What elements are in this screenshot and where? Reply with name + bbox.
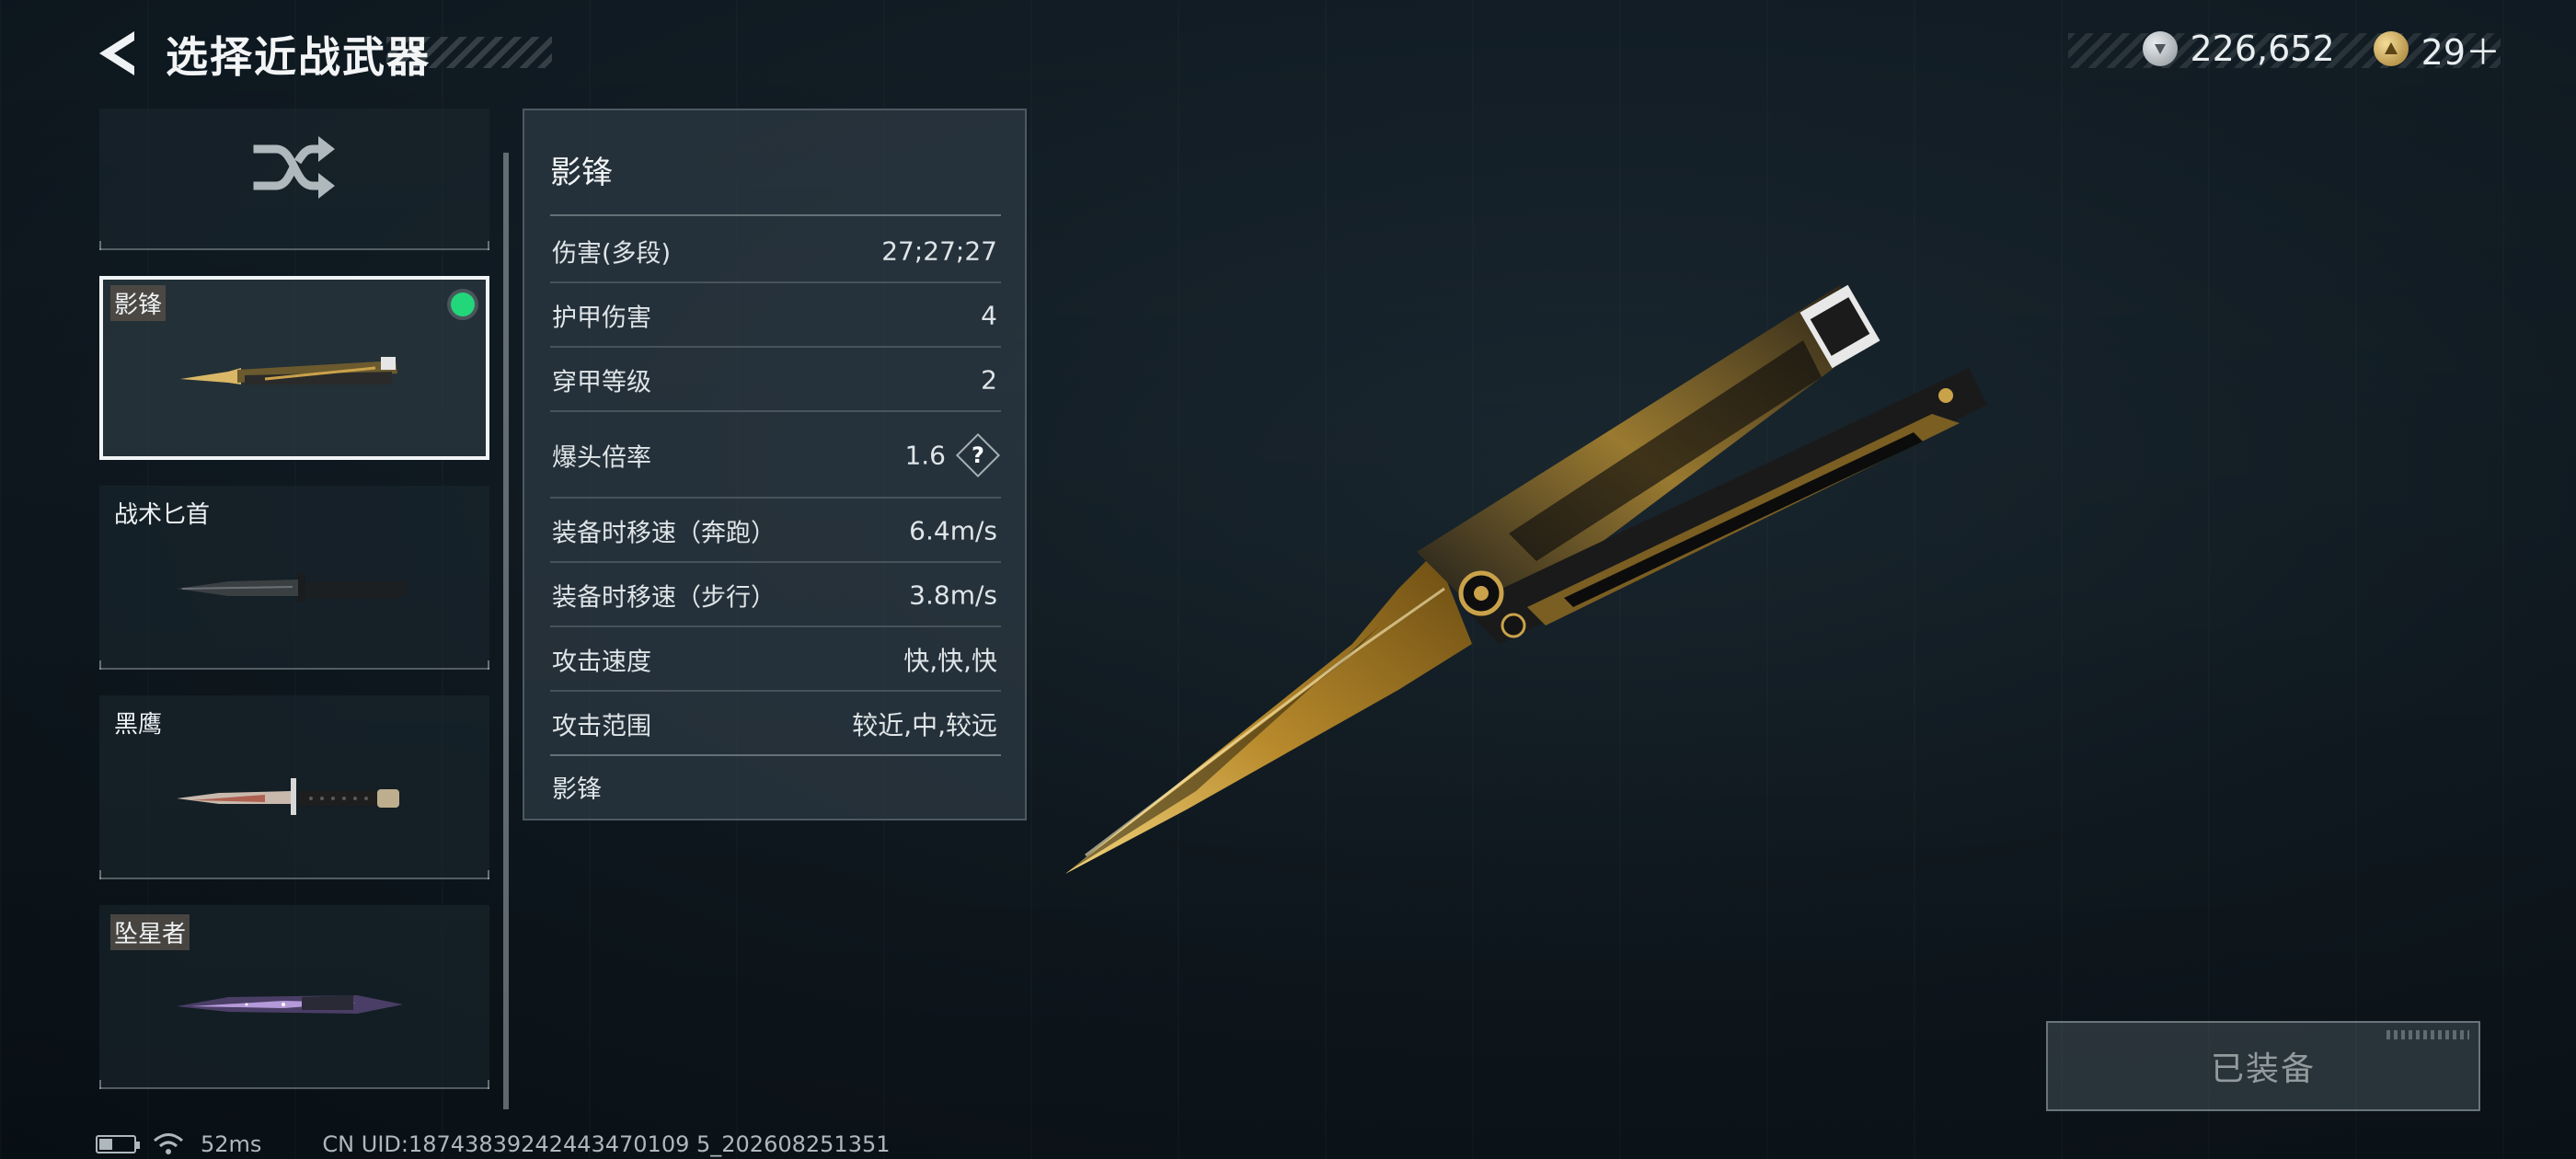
weapon-card-black-hawk[interactable]: 黑鹰 — [99, 695, 489, 879]
gold-coin-icon — [2373, 31, 2409, 66]
silver-coin-amount: 226,652 — [2190, 29, 2335, 69]
equipped-indicator — [451, 293, 475, 316]
weapon-card-starfaller[interactable]: 坠星者 — [99, 905, 489, 1089]
stat-value: 1.6 — [904, 440, 946, 471]
weapon-description: 影锋 — [552, 775, 602, 804]
stat-value: 6.4m/s — [909, 515, 997, 546]
wifi-icon — [154, 1133, 183, 1154]
user-uid: CN UID:18743839242443470109 5_2026082513… — [322, 1131, 891, 1157]
equipped-button-label: 已装备 — [2210, 1050, 2316, 1088]
stat-row-armor-damage: 护甲伤害 4 — [550, 283, 1001, 348]
button-decoration — [2386, 1030, 2469, 1039]
stat-value: 4 — [981, 300, 997, 331]
stat-label: 攻击范围 — [552, 712, 651, 741]
starfaller-knife-thumbnail — [177, 995, 403, 1014]
stat-label: 爆头倍率 — [552, 443, 651, 473]
stat-label: 装备时移速（步行） — [552, 583, 776, 613]
title-decoration — [386, 37, 552, 68]
weapon-3d-preview[interactable] — [1049, 258, 2042, 901]
help-icon[interactable]: ? — [955, 432, 1001, 478]
stat-label: 护甲伤害 — [552, 304, 651, 333]
stat-row-attack-range: 攻击范围 较近,中,较远 — [550, 692, 1001, 756]
status-bar: 52ms CN UID:18743839242443470109 5_20260… — [96, 1130, 891, 1159]
silver-coin-icon — [2142, 31, 2178, 66]
stat-row-attack-speed: 攻击速度 快,快,快 — [550, 627, 1001, 692]
weapon-name-title: 影锋 — [550, 155, 613, 191]
stat-label: 穿甲等级 — [552, 368, 651, 397]
stat-row-damage: 伤害(多段) 27;27;27 — [550, 219, 1001, 283]
stat-value: 较近,中,较远 — [852, 710, 997, 740]
stat-row-run-speed: 装备时移速（奔跑） 6.4m/s — [550, 499, 1001, 563]
weapon-card-label: 影锋 — [110, 285, 167, 321]
weapon-card-label: 战术匕首 — [114, 501, 211, 529]
weapon-card-label: 坠星者 — [110, 914, 190, 950]
currency-bar: 226,652 29＋ — [2142, 28, 2501, 73]
back-arrow-icon — [99, 31, 134, 75]
weapon-card-tactical-knife[interactable]: 战术匕首 — [99, 486, 489, 670]
battery-icon — [96, 1135, 140, 1153]
butterfly-knife-thumbnail — [180, 357, 397, 384]
stat-row-penetration: 穿甲等级 2 — [550, 348, 1001, 412]
stat-value: 快,快,快 — [903, 646, 997, 676]
black-hawk-knife-thumbnail — [177, 778, 399, 815]
stat-row-headshot: 爆头倍率 1.6 ? — [550, 412, 1001, 499]
weapon-card-yingfeng[interactable]: 影锋 — [99, 276, 489, 460]
back-button[interactable] — [92, 26, 147, 81]
stat-label: 装备时移速（奔跑） — [552, 519, 776, 548]
stat-row-walk-speed: 装备时移速（步行） 3.8m/s — [550, 563, 1001, 627]
gold-coin-amount[interactable]: 29＋ — [2421, 24, 2501, 75]
equipped-button[interactable]: 已装备 — [2046, 1021, 2480, 1111]
stat-value: 27;27;27 — [881, 235, 997, 267]
random-weapon-button[interactable] — [99, 109, 489, 250]
weapon-card-label: 黑鹰 — [114, 711, 163, 739]
stat-label: 攻击速度 — [552, 648, 651, 677]
weapon-list-scrollbar[interactable] — [503, 153, 509, 1109]
tactical-knife-thumbnail — [177, 574, 407, 602]
ping-value: 52ms — [201, 1131, 262, 1157]
stat-value: 3.8m/s — [909, 580, 997, 611]
weapon-stats-panel: 影锋 伤害(多段) 27;27;27 护甲伤害 4 穿甲等级 2 爆头倍率 1.… — [523, 109, 1027, 820]
stat-value: 2 — [981, 364, 997, 396]
shuffle-icon — [253, 136, 335, 199]
stat-label: 伤害(多段) — [552, 239, 672, 269]
